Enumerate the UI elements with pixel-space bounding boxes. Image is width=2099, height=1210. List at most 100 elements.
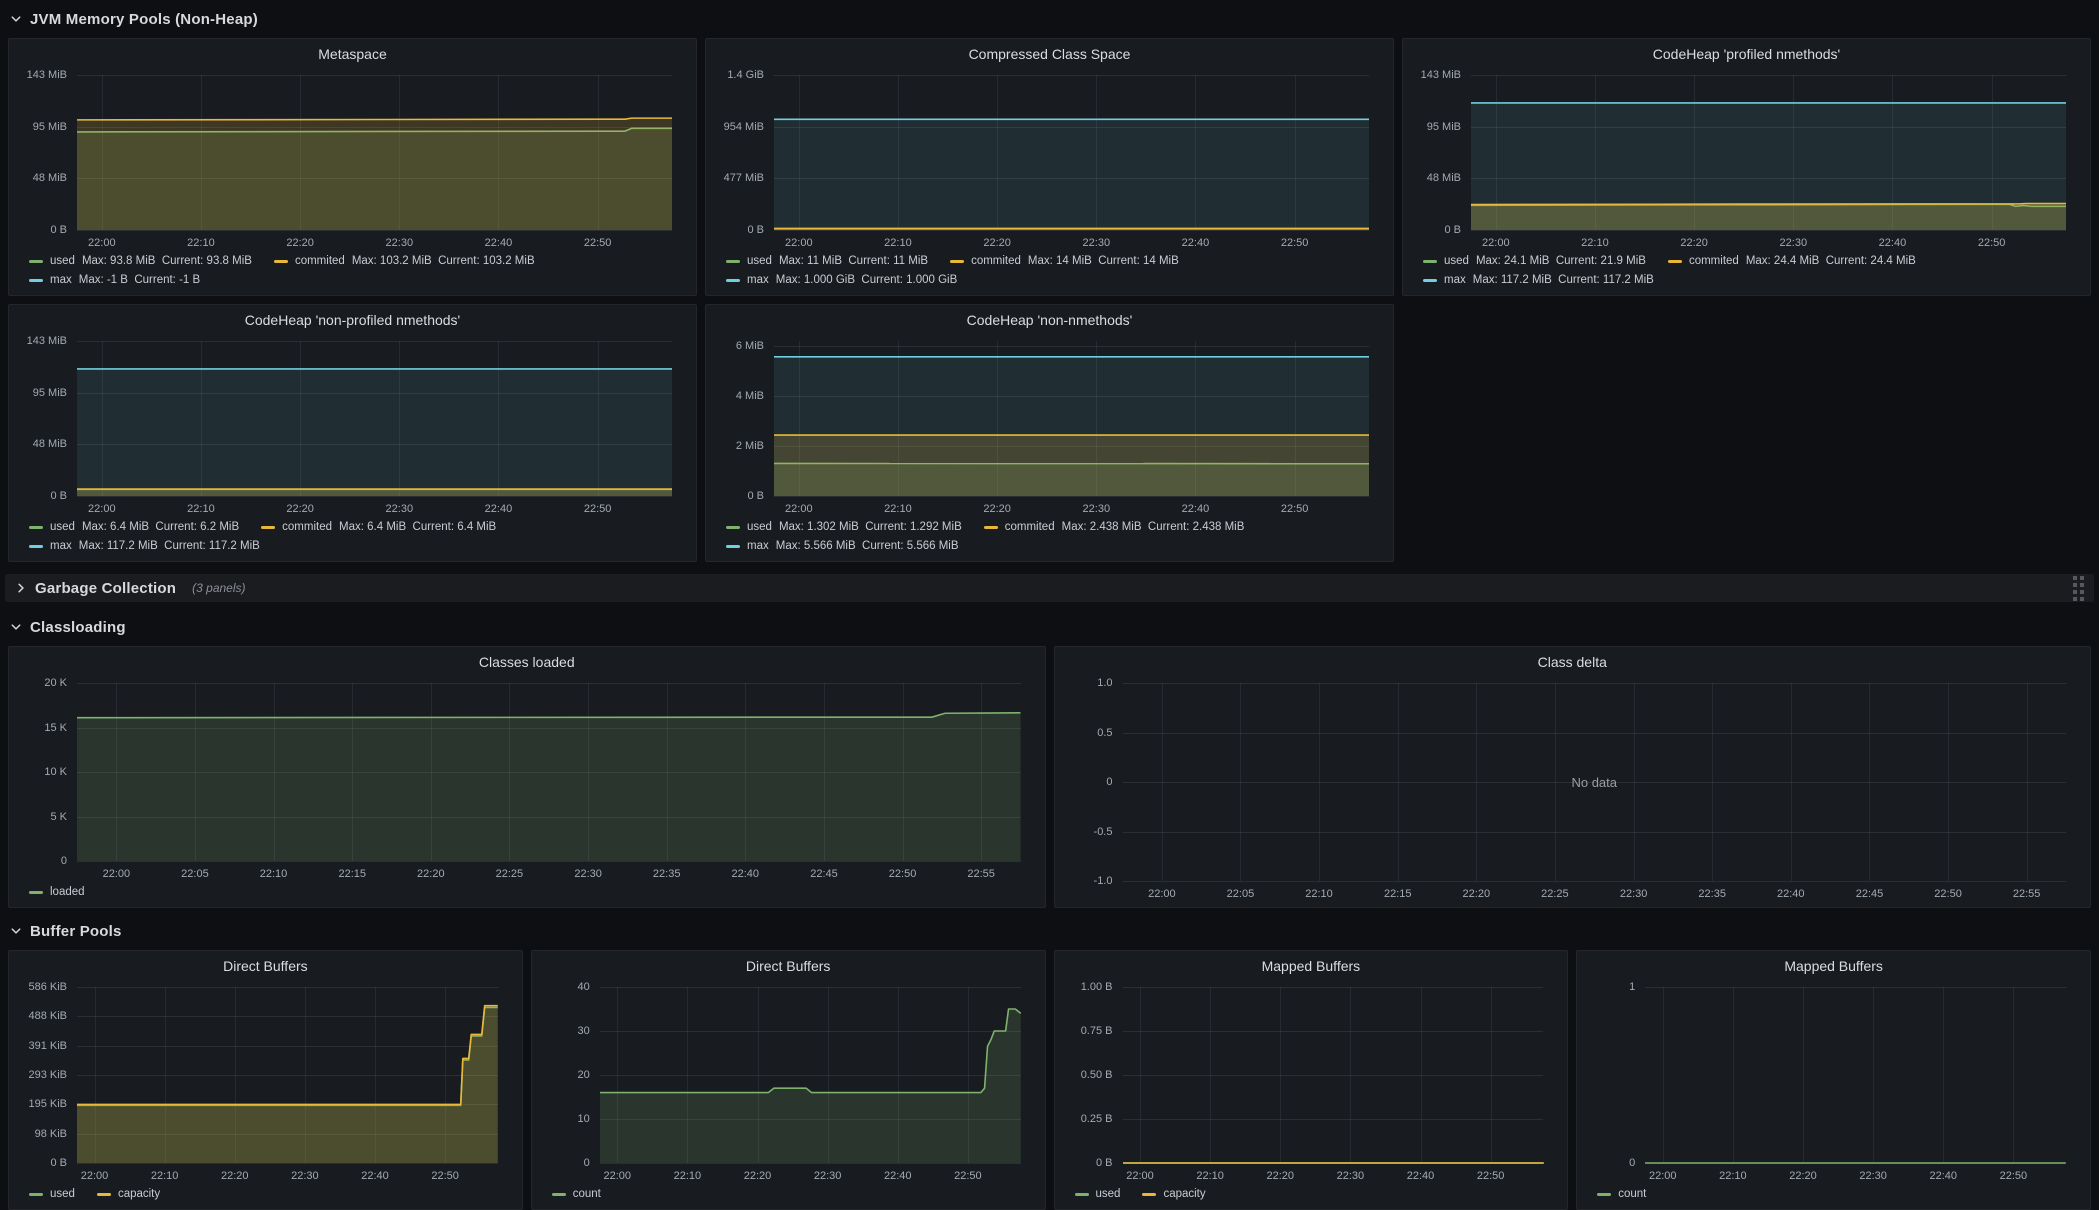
chart-plot-area[interactable] [1645, 987, 2066, 1163]
legend-series-stats: Max: 6.4 MiB Current: 6.2 MiB [82, 519, 239, 536]
chart-plot-area[interactable] [77, 341, 672, 496]
chart-area: 0 B48 MiB95 MiB143 MiB22:0022:1022:2022:… [1413, 67, 2080, 250]
y-axis-tick-label: 0 [1629, 1157, 1635, 1169]
legend-item-commited[interactable]: commitedMax: 24.4 MiB Current: 24.4 MiB [1668, 253, 1916, 270]
panel: Compressed Class Space0 B477 MiB954 MiB1… [705, 38, 1394, 296]
x-axis-tick-label: 22:40 [1182, 503, 1210, 515]
chart-plot-area[interactable] [1471, 75, 2066, 230]
legend-item-loaded[interactable]: loaded [29, 884, 85, 901]
panel-title[interactable]: Metaspace [19, 43, 686, 65]
legend-item-used[interactable]: used [29, 1186, 75, 1203]
y-axis-tick-label: 143 MiB [27, 69, 67, 81]
series-fill-commited [77, 489, 672, 496]
x-axis-tick-label: 22:35 [653, 868, 681, 880]
legend-item-max[interactable]: maxMax: 5.566 MiB Current: 5.566 MiB [726, 538, 959, 555]
chart-plot-area[interactable] [77, 987, 498, 1163]
legend-item-used[interactable]: usedMax: 1.302 MiB Current: 1.292 MiB [726, 519, 962, 536]
legend-swatch [950, 260, 964, 263]
y-axis-tick-label: 195 KiB [28, 1098, 67, 1110]
x-axis-tick-label: 22:20 [286, 237, 314, 249]
legend-series-stats: Max: 1.000 GiB Current: 1.000 GiB [776, 272, 958, 289]
legend-series-stats: Max: 24.1 MiB Current: 21.9 MiB [1476, 253, 1646, 270]
y-axis-labels: 01 [1587, 987, 1635, 1163]
x-axis-tick-label: 22:55 [2013, 888, 2041, 900]
gridline-horizontal [77, 1163, 498, 1164]
legend-series-stats: Max: 6.4 MiB Current: 6.4 MiB [339, 519, 496, 536]
panel-title[interactable]: Class delta [1065, 651, 2081, 673]
x-axis-tick-label: 22:20 [744, 1170, 772, 1182]
section-header-buffer-pools[interactable]: Buffer Pools [8, 918, 2091, 944]
section-header-jvm-memory-pools[interactable]: JVM Memory Pools (Non-Heap) [8, 6, 2091, 32]
chart-plot-area[interactable]: No data [1123, 683, 2067, 881]
x-axis-tick-label: 22:00 [785, 503, 813, 515]
legend-item-used[interactable]: usedMax: 11 MiB Current: 11 MiB [726, 253, 928, 270]
y-axis-tick-label: 293 KiB [28, 1069, 67, 1081]
legend-swatch [984, 526, 998, 529]
x-axis-tick-label: 22:30 [1337, 1170, 1365, 1182]
panel-title[interactable]: CodeHeap 'profiled nmethods' [1413, 43, 2080, 65]
legend-item-max[interactable]: maxMax: 117.2 MiB Current: 117.2 MiB [29, 538, 260, 555]
x-axis-labels: 22:0022:0522:1022:1522:2022:2522:3022:35… [1123, 883, 2067, 901]
legend-item-commited[interactable]: commitedMax: 14 MiB Current: 14 MiB [950, 253, 1179, 270]
section-header-classloading[interactable]: Classloading [8, 614, 2091, 640]
y-axis-tick-label: 40 [578, 981, 590, 993]
x-axis-tick-label: 22:00 [103, 868, 131, 880]
panel-title[interactable]: Direct Buffers [19, 955, 512, 977]
legend-item-count[interactable]: count [1597, 1186, 1646, 1203]
panel-grid-classloading: Classes loaded05 K10 K15 K20 K22:0022:05… [8, 646, 2091, 908]
legend-item-max[interactable]: maxMax: 117.2 MiB Current: 117.2 MiB [1423, 272, 1654, 289]
legend-swatch [29, 260, 43, 263]
legend-series-name: max [1444, 272, 1466, 289]
chart-plot-area[interactable] [600, 987, 1021, 1163]
y-axis-tick-label: 0 [584, 1157, 590, 1169]
legend-item-used[interactable]: usedMax: 6.4 MiB Current: 6.2 MiB [29, 519, 239, 536]
panel-title[interactable]: Mapped Buffers [1587, 955, 2080, 977]
legend-item-max[interactable]: maxMax: -1 B Current: -1 B [29, 272, 200, 289]
chart-svg [600, 987, 1021, 1163]
legend: count [542, 1183, 1035, 1203]
panel-title[interactable]: CodeHeap 'non-profiled nmethods' [19, 309, 686, 331]
legend-item-commited[interactable]: commitedMax: 6.4 MiB Current: 6.4 MiB [261, 519, 496, 536]
legend-item-max[interactable]: maxMax: 1.000 GiB Current: 1.000 GiB [726, 272, 957, 289]
legend-series-name: commited [1005, 519, 1055, 536]
panel-title[interactable]: Mapped Buffers [1065, 955, 1558, 977]
y-axis-tick-label: 954 MiB [724, 121, 764, 133]
x-axis-tick-label: 22:50 [889, 868, 917, 880]
y-axis-tick-label: 98 KiB [35, 1128, 67, 1140]
x-axis-tick-label: 22:40 [884, 1170, 912, 1182]
x-axis-tick-label: 22:25 [1541, 888, 1569, 900]
x-axis-tick-label: 22:10 [1305, 888, 1333, 900]
row-drag-handle-icon[interactable] [2073, 576, 2084, 601]
chart-plot-area[interactable] [774, 75, 1369, 230]
legend-item-count[interactable]: count [552, 1186, 601, 1203]
chart-area: 0 B48 MiB95 MiB143 MiB22:0022:1022:2022:… [19, 67, 686, 250]
x-axis-tick-label: 22:40 [732, 868, 760, 880]
legend-item-capacity[interactable]: capacity [1142, 1186, 1205, 1203]
legend-item-commited[interactable]: commitedMax: 103.2 MiB Current: 103.2 Mi… [274, 253, 535, 270]
legend-item-capacity[interactable]: capacity [97, 1186, 160, 1203]
chart-area: -1.0-0.500.51.0No data22:0022:0522:1022:… [1065, 675, 2081, 901]
legend-item-commited[interactable]: commitedMax: 2.438 MiB Current: 2.438 Mi… [984, 519, 1245, 536]
section-header-garbage-collection[interactable]: Garbage Collection (3 panels) [5, 574, 2094, 602]
panel-title[interactable]: Direct Buffers [542, 955, 1035, 977]
legend-swatch [1423, 260, 1437, 263]
legend-item-used[interactable]: usedMax: 93.8 MiB Current: 93.8 MiB [29, 253, 252, 270]
panel-title[interactable]: CodeHeap 'non-nmethods' [716, 309, 1383, 331]
panel-title[interactable]: Compressed Class Space [716, 43, 1383, 65]
legend-item-used[interactable]: usedMax: 24.1 MiB Current: 21.9 MiB [1423, 253, 1646, 270]
y-axis-tick-label: 30 [578, 1025, 590, 1037]
chart-plot-area[interactable] [77, 683, 1021, 861]
x-axis-tick-label: 22:15 [1384, 888, 1412, 900]
legend-series-name: commited [1689, 253, 1739, 270]
chart-plot-area[interactable] [77, 75, 672, 230]
legend-series-stats: Max: 103.2 MiB Current: 103.2 MiB [352, 253, 535, 270]
panel: Direct Buffers01020304022:0022:1022:2022… [531, 950, 1046, 1210]
series-line-used [77, 1007, 498, 1105]
chart-svg [1471, 75, 2066, 230]
panel-title[interactable]: Classes loaded [19, 651, 1035, 673]
x-axis-tick-label: 22:30 [1083, 503, 1111, 515]
legend-item-used[interactable]: used [1075, 1186, 1121, 1203]
chart-plot-area[interactable] [1123, 987, 1544, 1163]
chart-plot-area[interactable] [774, 341, 1369, 496]
series-fill-commited [77, 118, 672, 230]
